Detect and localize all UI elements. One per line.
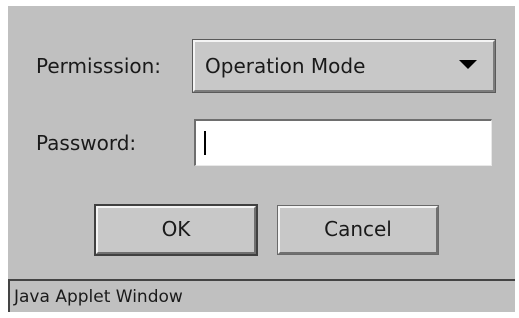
password-field[interactable] (194, 119, 492, 166)
permission-select[interactable]: Operation Mode (192, 39, 496, 93)
text-caret (204, 131, 206, 155)
status-bar: Java Applet Window (8, 279, 515, 312)
chevron-down-icon[interactable] (459, 60, 477, 69)
ok-button[interactable]: OK (94, 204, 258, 256)
permission-select-value: Operation Mode (205, 54, 366, 78)
login-dialog: Permisssion: Operation Mode Password: OK… (8, 6, 515, 312)
password-label: Password: (36, 131, 137, 155)
cancel-button[interactable]: Cancel (277, 205, 439, 255)
permission-label: Permisssion: (36, 54, 162, 78)
status-bar-text: Java Applet Window (14, 287, 183, 307)
